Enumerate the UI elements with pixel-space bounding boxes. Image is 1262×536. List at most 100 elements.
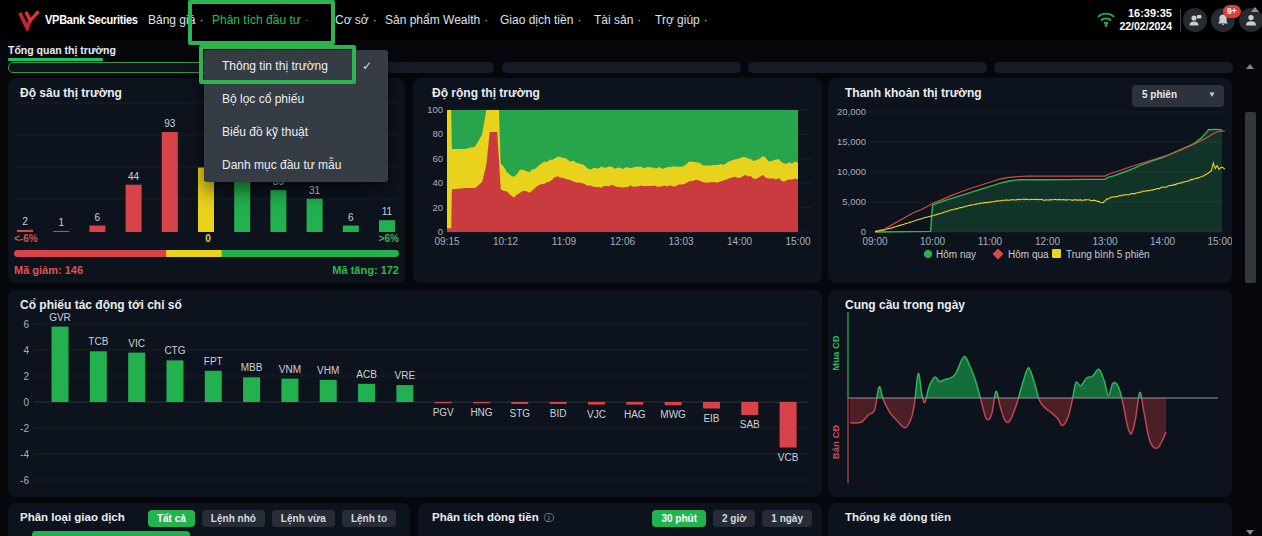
trade-class-button-1[interactable]: Lệnh nhỏ — [202, 510, 265, 527]
svg-text:Bán CĐ: Bán CĐ — [830, 425, 841, 459]
svg-text:11: 11 — [382, 206, 393, 217]
svg-text:6: 6 — [348, 212, 354, 223]
market-depth-title: Độ sâu thị trường — [20, 86, 122, 100]
svg-text:15,000: 15,000 — [837, 136, 866, 147]
svg-text:20: 20 — [432, 202, 443, 213]
subtab-pill-2[interactable] — [502, 62, 741, 73]
svg-text:2: 2 — [22, 216, 28, 227]
tab-underline — [8, 58, 103, 61]
money-flow-panel: Phân tích dòng tiềnⓘ 30 phút 2 giờ 1 ngày — [418, 503, 822, 536]
tab-market-overview[interactable]: Tổng quan thị trường — [8, 44, 116, 56]
svg-text:09:00: 09:00 — [862, 236, 887, 247]
caret-down-icon: · — [305, 13, 309, 27]
nav-item-1[interactable]: Phân tích đầu tư· — [212, 0, 309, 40]
svg-text:Mua CĐ: Mua CĐ — [830, 335, 841, 371]
flow-stats-panel: Thống kê dòng tiền — [828, 503, 1232, 536]
svg-text:13:03: 13:03 — [668, 236, 693, 247]
top-nav: VPBank Securities Bảng giá·Phân tích đầu… — [0, 0, 1262, 40]
svg-text:MBB: MBB — [241, 362, 263, 373]
svg-text:PGV: PGV — [433, 407, 454, 418]
svg-text:0: 0 — [205, 233, 211, 244]
support-button[interactable] — [1183, 8, 1207, 32]
scrollbar-down-arrow[interactable] — [1246, 530, 1254, 535]
svg-text:1: 1 — [58, 217, 64, 228]
svg-text:STG: STG — [510, 408, 531, 419]
svg-text:SAB: SAB — [740, 419, 760, 430]
svg-text:4: 4 — [23, 345, 29, 356]
svg-text:60: 60 — [432, 153, 443, 164]
subtab-pill-3[interactable] — [748, 62, 987, 73]
nav-item-0[interactable]: Bảng giá· — [148, 0, 203, 40]
svg-text:BID: BID — [550, 408, 567, 419]
svg-text:100: 100 — [427, 104, 443, 115]
svg-text:VCB: VCB — [778, 452, 799, 463]
market-breadth-title: Độ rộng thị trường — [432, 86, 540, 100]
svg-text:>6%: >6% — [379, 233, 399, 244]
svg-text:HNG: HNG — [470, 407, 492, 418]
nav-item-4[interactable]: Giao dịch tiền· — [500, 0, 581, 40]
nav-divider — [1180, 9, 1181, 32]
svg-text:<-6%: <-6% — [14, 233, 38, 244]
scrollbar-up-arrow[interactable] — [1246, 64, 1254, 69]
menu-item-2[interactable]: Biểu đồ kỹ thuật — [204, 116, 388, 149]
svg-text:-6: -6 — [20, 475, 29, 486]
check-icon: ✓ — [362, 50, 372, 83]
svg-text:14:00: 14:00 — [727, 236, 752, 247]
info-icon: ⓘ — [544, 512, 554, 523]
svg-text:11:00: 11:00 — [978, 236, 1003, 247]
menu-item-3[interactable]: Danh mục đầu tư mẫu — [204, 149, 388, 182]
svg-text:0: 0 — [23, 397, 29, 408]
index-impact-chart: -6-4-20246GVRTCBVICCTGFPTMBBVNMVHMACBVRE… — [8, 290, 822, 497]
chevron-down-icon: ▼ — [1208, 90, 1216, 99]
svg-text:FPT: FPT — [204, 356, 223, 367]
caret-down-icon: · — [704, 13, 708, 27]
svg-text:VNM: VNM — [279, 364, 301, 375]
svg-text:12:06: 12:06 — [610, 236, 635, 247]
money-flow-button-1[interactable]: 2 giờ — [713, 510, 755, 527]
svg-text:GVR: GVR — [49, 312, 71, 323]
supply-demand-panel: Cung cầu trong ngày Mua CĐBán CĐ — [828, 290, 1232, 497]
support-agent-icon — [1188, 13, 1202, 27]
nav-item-2[interactable]: Cơ sở· — [335, 0, 377, 40]
svg-text:Hôm qua: Hôm qua — [1008, 249, 1049, 260]
trade-class-button-2[interactable]: Lệnh vừa — [272, 510, 335, 527]
svg-text:VHM: VHM — [317, 365, 339, 376]
money-flow-title: Phân tích dòng tiềnⓘ — [432, 511, 554, 525]
svg-text:MWG: MWG — [660, 409, 686, 420]
svg-text:Mã tăng: 172: Mã tăng: 172 — [332, 264, 399, 276]
nav-item-5[interactable]: Tài sản· — [594, 0, 641, 40]
market-breadth-panel: Độ rộng thị trường 02040608010009:1510:1… — [413, 78, 822, 283]
menu-item-0[interactable]: Thông tin thị trường✓ — [204, 50, 388, 83]
bottom-green-button[interactable] — [32, 531, 190, 536]
menu-item-1[interactable]: Bộ lọc cổ phiếu — [204, 83, 388, 116]
nav-item-6[interactable]: Trợ giúp· — [655, 0, 708, 40]
svg-text:CTG: CTG — [164, 345, 185, 356]
flow-stats-title: Thống kê dòng tiền — [845, 511, 951, 523]
money-flow-button-2[interactable]: 1 ngày — [762, 510, 812, 527]
svg-text:93: 93 — [164, 118, 176, 129]
money-flow-button-0[interactable]: 30 phút — [652, 510, 706, 527]
vpbank-logo[interactable]: VPBank Securities — [18, 8, 148, 34]
clock: 16:39:35 22/02/2024 — [1100, 7, 1172, 33]
svg-text:Mã giảm: 146: Mã giảm: 146 — [14, 264, 83, 276]
scrollbar-thumb[interactable] — [1245, 112, 1256, 283]
svg-text:Hôm nay: Hôm nay — [936, 249, 976, 260]
caret-down-icon: · — [373, 13, 377, 27]
svg-text:10,000: 10,000 — [837, 166, 866, 177]
svg-text:20,000: 20,000 — [837, 106, 866, 117]
nav-item-3[interactable]: Sản phẩm Wealth· — [385, 0, 488, 40]
svg-text:ACB: ACB — [356, 369, 377, 380]
svg-text:5,000: 5,000 — [842, 196, 866, 207]
analysis-dropdown-menu: Thông tin thị trường✓Bộ lọc cổ phiếuBiểu… — [204, 50, 388, 182]
svg-text:44: 44 — [128, 171, 140, 182]
subtab-pill-4[interactable] — [994, 62, 1233, 73]
session-select-value: 5 phiên — [1142, 89, 1177, 100]
logo-text: VPBank Securities — [45, 13, 138, 27]
svg-text:VJC: VJC — [587, 409, 606, 420]
liquidity-title: Thanh khoản thị trường — [845, 86, 982, 100]
trade-class-button-0[interactable]: Tất cả — [148, 510, 195, 527]
svg-text:14:00: 14:00 — [1150, 236, 1175, 247]
trade-class-button-3[interactable]: Lệnh to — [342, 510, 396, 527]
session-select[interactable]: 5 phiên ▼ — [1132, 85, 1224, 107]
user-icon — [1244, 13, 1258, 27]
